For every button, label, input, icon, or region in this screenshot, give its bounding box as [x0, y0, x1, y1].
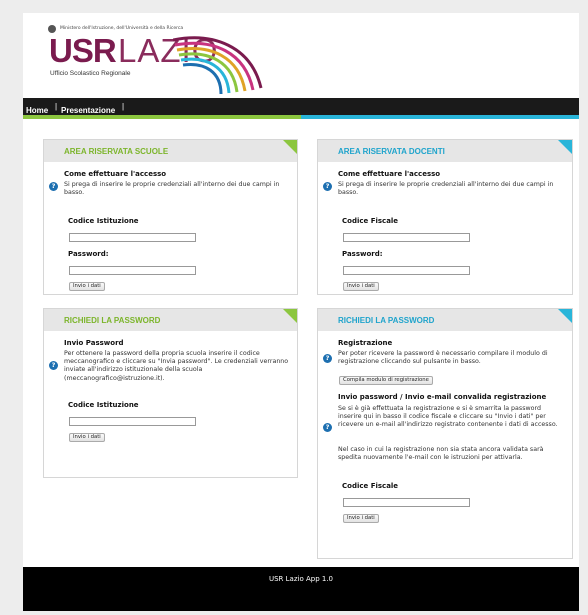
- panel-title: AREA RISERVATA DOCENTI: [338, 147, 445, 156]
- corner-decoration: [283, 309, 297, 323]
- instructions-text: Si prega di inserire le proprie credenzi…: [64, 181, 280, 197]
- panel-title: RICHIEDI LA PASSWORD: [338, 316, 435, 325]
- header: Ministero dell'Istruzione, dell'Universi…: [23, 13, 579, 98]
- submit-button[interactable]: Invio i dati: [69, 433, 105, 442]
- panel-password-scuole: RICHIEDI LA PASSWORD Invio Password ? Pe…: [43, 308, 298, 478]
- footer-text: USR Lazio App 1.0: [268, 575, 333, 583]
- codice-fiscale-label: Codice Fiscale: [342, 217, 399, 225]
- section-heading: Come effettuare l'accesso: [338, 170, 441, 178]
- codice-fiscale-input[interactable]: [343, 498, 470, 507]
- panel-header: AREA RISERVATA SCUOLE: [44, 140, 297, 162]
- codice-istituzione-label: Codice Istituzione: [68, 217, 139, 225]
- corner-decoration: [558, 309, 572, 323]
- panel-title: RICHIEDI LA PASSWORD: [64, 316, 161, 325]
- panel-area-docenti: AREA RISERVATA DOCENTI Come effettuare l…: [317, 139, 573, 295]
- question-icon: ?: [323, 182, 332, 191]
- question-icon: ?: [323, 354, 332, 363]
- submit-button[interactable]: Invio i dati: [69, 282, 105, 291]
- nav-link-home[interactable]: Home: [26, 106, 48, 115]
- logo-swoosh-icon: [173, 36, 263, 95]
- logo-usr: USR: [49, 32, 117, 69]
- registration-form-button[interactable]: Compila modulo di registrazione: [339, 376, 433, 385]
- password-label: Password:: [68, 250, 109, 258]
- codice-fiscale-input[interactable]: [343, 233, 470, 242]
- panel-password-docenti: RICHIEDI LA PASSWORD Registrazione ? Per…: [317, 308, 573, 559]
- password-label: Password:: [342, 250, 383, 258]
- corner-decoration: [283, 140, 297, 154]
- footer: USR Lazio App 1.0: [23, 567, 579, 611]
- section-heading: Invio Password: [64, 339, 124, 347]
- panel-header: AREA RISERVATA DOCENTI: [318, 140, 572, 162]
- nav-accent-stripe: [23, 115, 579, 119]
- panel-header: RICHIEDI LA PASSWORD: [318, 309, 572, 331]
- question-icon: ?: [49, 182, 58, 191]
- submit-button[interactable]: Invio i dati: [343, 282, 379, 291]
- codice-istituzione-input[interactable]: [69, 417, 196, 426]
- instructions-text: Si prega di inserire le proprie credenzi…: [338, 181, 554, 197]
- submit-button[interactable]: Invio i dati: [343, 514, 379, 523]
- panel-title: AREA RISERVATA SCUOLE: [64, 147, 169, 156]
- nav-separator: |: [122, 102, 125, 111]
- logo-subtitle: Ufficio Scolastico Regionale: [50, 70, 131, 77]
- password-input[interactable]: [69, 266, 196, 275]
- section-heading: Come effettuare l'accesso: [64, 170, 167, 178]
- main-nav: Home | Presentazione |: [23, 98, 579, 115]
- panel-header: RICHIEDI LA PASSWORD: [44, 309, 297, 331]
- nav-separator: |: [55, 102, 58, 111]
- password-input[interactable]: [343, 266, 470, 275]
- codice-fiscale-label: Codice Fiscale: [342, 482, 399, 490]
- codice-istituzione-label: Codice Istituzione: [68, 401, 139, 409]
- nav-link-presentazione[interactable]: Presentazione: [61, 106, 115, 115]
- recovery-text: Se si è già effettuata la registrazione …: [338, 405, 558, 429]
- section-heading: Invio password / Invio e-mail convalida …: [338, 393, 547, 401]
- validation-text: Nel caso in cui la registrazione non sia…: [338, 446, 544, 462]
- codice-istituzione-input[interactable]: [69, 233, 196, 242]
- question-icon: ?: [323, 423, 332, 432]
- instructions-text: Per ottenere la password della propria s…: [64, 350, 289, 382]
- panel-area-scuole: AREA RISERVATA SCUOLE Come effettuare l'…: [43, 139, 298, 295]
- page: Ministero dell'Istruzione, dell'Universi…: [23, 13, 579, 611]
- question-icon: ?: [49, 361, 58, 370]
- corner-decoration: [558, 140, 572, 154]
- section-heading: Registrazione: [338, 339, 393, 347]
- registration-text: Per poter ricevere la password è necessa…: [338, 350, 548, 366]
